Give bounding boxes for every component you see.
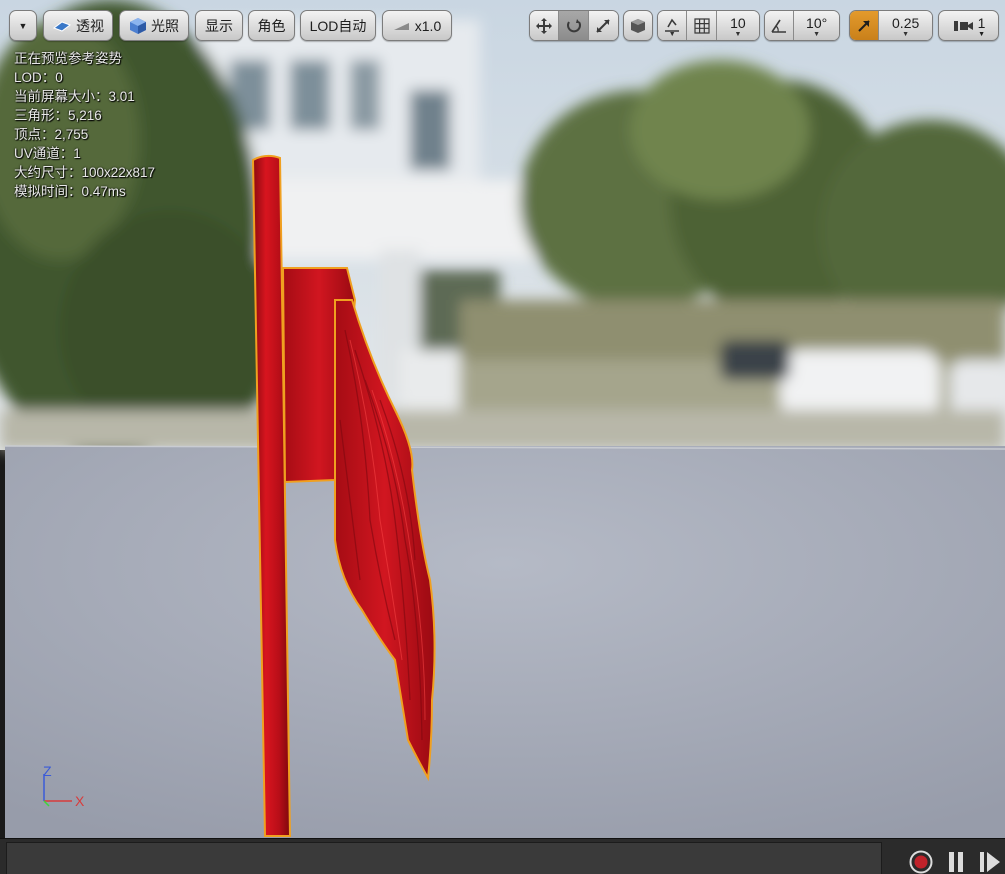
pause-button[interactable]: [943, 849, 969, 874]
scale-tool[interactable]: [588, 11, 618, 40]
axis-gizmo: Z X: [38, 763, 98, 814]
axis-x-label: X: [75, 793, 85, 809]
stat-preview-pose: 正在预览参考姿势: [14, 51, 122, 66]
perspective-label: 透视: [76, 17, 104, 34]
scale-snap-group: 0.25 ▼: [849, 10, 933, 41]
camera-speed-value: 1: [977, 14, 986, 31]
angle-icon: [771, 19, 787, 33]
record-icon: [909, 850, 933, 874]
chevron-down-icon: ▼: [902, 31, 910, 38]
step-forward-button[interactable]: [977, 849, 1003, 874]
perspective-icon: [52, 20, 72, 32]
scale-snap-value-label: 0.25: [892, 14, 920, 31]
cube-icon: [631, 18, 645, 33]
grid-snap-group: ▼ 10 ▼: [657, 10, 760, 41]
scale-snap-value[interactable]: 0.25 ▼: [879, 11, 932, 40]
stat-screen-size: 当前屏幕大小：3.01: [14, 89, 135, 104]
grid-snap-value[interactable]: 10 ▼: [716, 11, 759, 40]
stat-approx-size: 大约尺寸：100x22x817: [14, 165, 156, 180]
lod-label: LOD自动: [309, 17, 367, 34]
playback-speed-button[interactable]: x1.0: [382, 10, 452, 41]
grid-snap-toggle[interactable]: [687, 11, 717, 40]
character-button[interactable]: 角色: [248, 10, 295, 41]
grid-icon: [694, 17, 710, 34]
viewport[interactable]: ▼ 透视 光照 显示 角色 LOD自动 x1.0 ▼ 10 ▼ 10° ▼ 0.…: [0, 0, 1005, 874]
camera-icon: [953, 20, 973, 31]
scale-icon: [596, 18, 611, 33]
grid-snap-value-label: 10: [730, 14, 746, 31]
lit-label: 光照: [151, 17, 179, 34]
translate-icon: [536, 17, 553, 34]
rotation-snap-value[interactable]: 10° ▼: [794, 11, 839, 40]
chevron-down-icon: ▼: [668, 31, 676, 38]
stat-sim-time: 模拟时间：0.47ms: [14, 184, 126, 199]
step-forward-icon: [980, 852, 1000, 872]
rotate-tool[interactable]: [559, 11, 589, 40]
viewport-options-button[interactable]: ▼: [9, 10, 37, 41]
translate-tool[interactable]: [530, 11, 560, 40]
axis-z-label: Z: [43, 763, 52, 779]
rotation-snap-value-label: 10°: [806, 14, 828, 31]
chevron-down-icon: ▼: [734, 31, 742, 38]
stat-uv-channels: UV通道：1: [14, 146, 81, 161]
world-local-button[interactable]: [623, 10, 653, 41]
playback-speed-label: x1.0: [414, 17, 442, 34]
stat-lod: LOD：0: [14, 70, 63, 85]
rotate-icon: [566, 18, 581, 32]
timeline-scrubber[interactable]: [6, 842, 882, 874]
scale-snap-toggle[interactable]: [850, 11, 880, 40]
lit-button[interactable]: 光照: [119, 10, 189, 41]
playback-bar: [0, 838, 1005, 874]
chevron-down-icon: ▼: [978, 31, 985, 38]
play-speed-icon: [393, 22, 409, 30]
lit-cube-icon: [130, 17, 146, 34]
stat-vertices: 顶点：2,755: [14, 127, 89, 142]
show-label: 显示: [205, 17, 233, 34]
chevron-down-icon: ▼: [18, 20, 28, 31]
lod-button[interactable]: LOD自动: [300, 10, 376, 41]
camera-speed-button[interactable]: 1 ▼: [938, 10, 999, 41]
transform-tools: [529, 10, 619, 41]
show-button[interactable]: 显示: [195, 10, 243, 41]
viewport-stats: 正在预览参考姿势 LOD：0 当前屏幕大小：3.01 三角形：5,216 顶点：…: [14, 49, 155, 201]
record-button[interactable]: [908, 849, 934, 874]
pause-icon: [949, 852, 963, 872]
perspective-button[interactable]: 透视: [43, 10, 113, 41]
stat-triangles: 三角形：5,216: [14, 108, 102, 123]
chevron-down-icon: ▼: [813, 31, 821, 38]
rotation-snap-group: 10° ▼: [764, 10, 840, 41]
scale-arrow-icon: [858, 19, 870, 32]
rotation-snap-toggle[interactable]: [765, 11, 795, 40]
character-label: 角色: [257, 17, 286, 34]
surface-snap-button[interactable]: ▼: [658, 11, 688, 40]
